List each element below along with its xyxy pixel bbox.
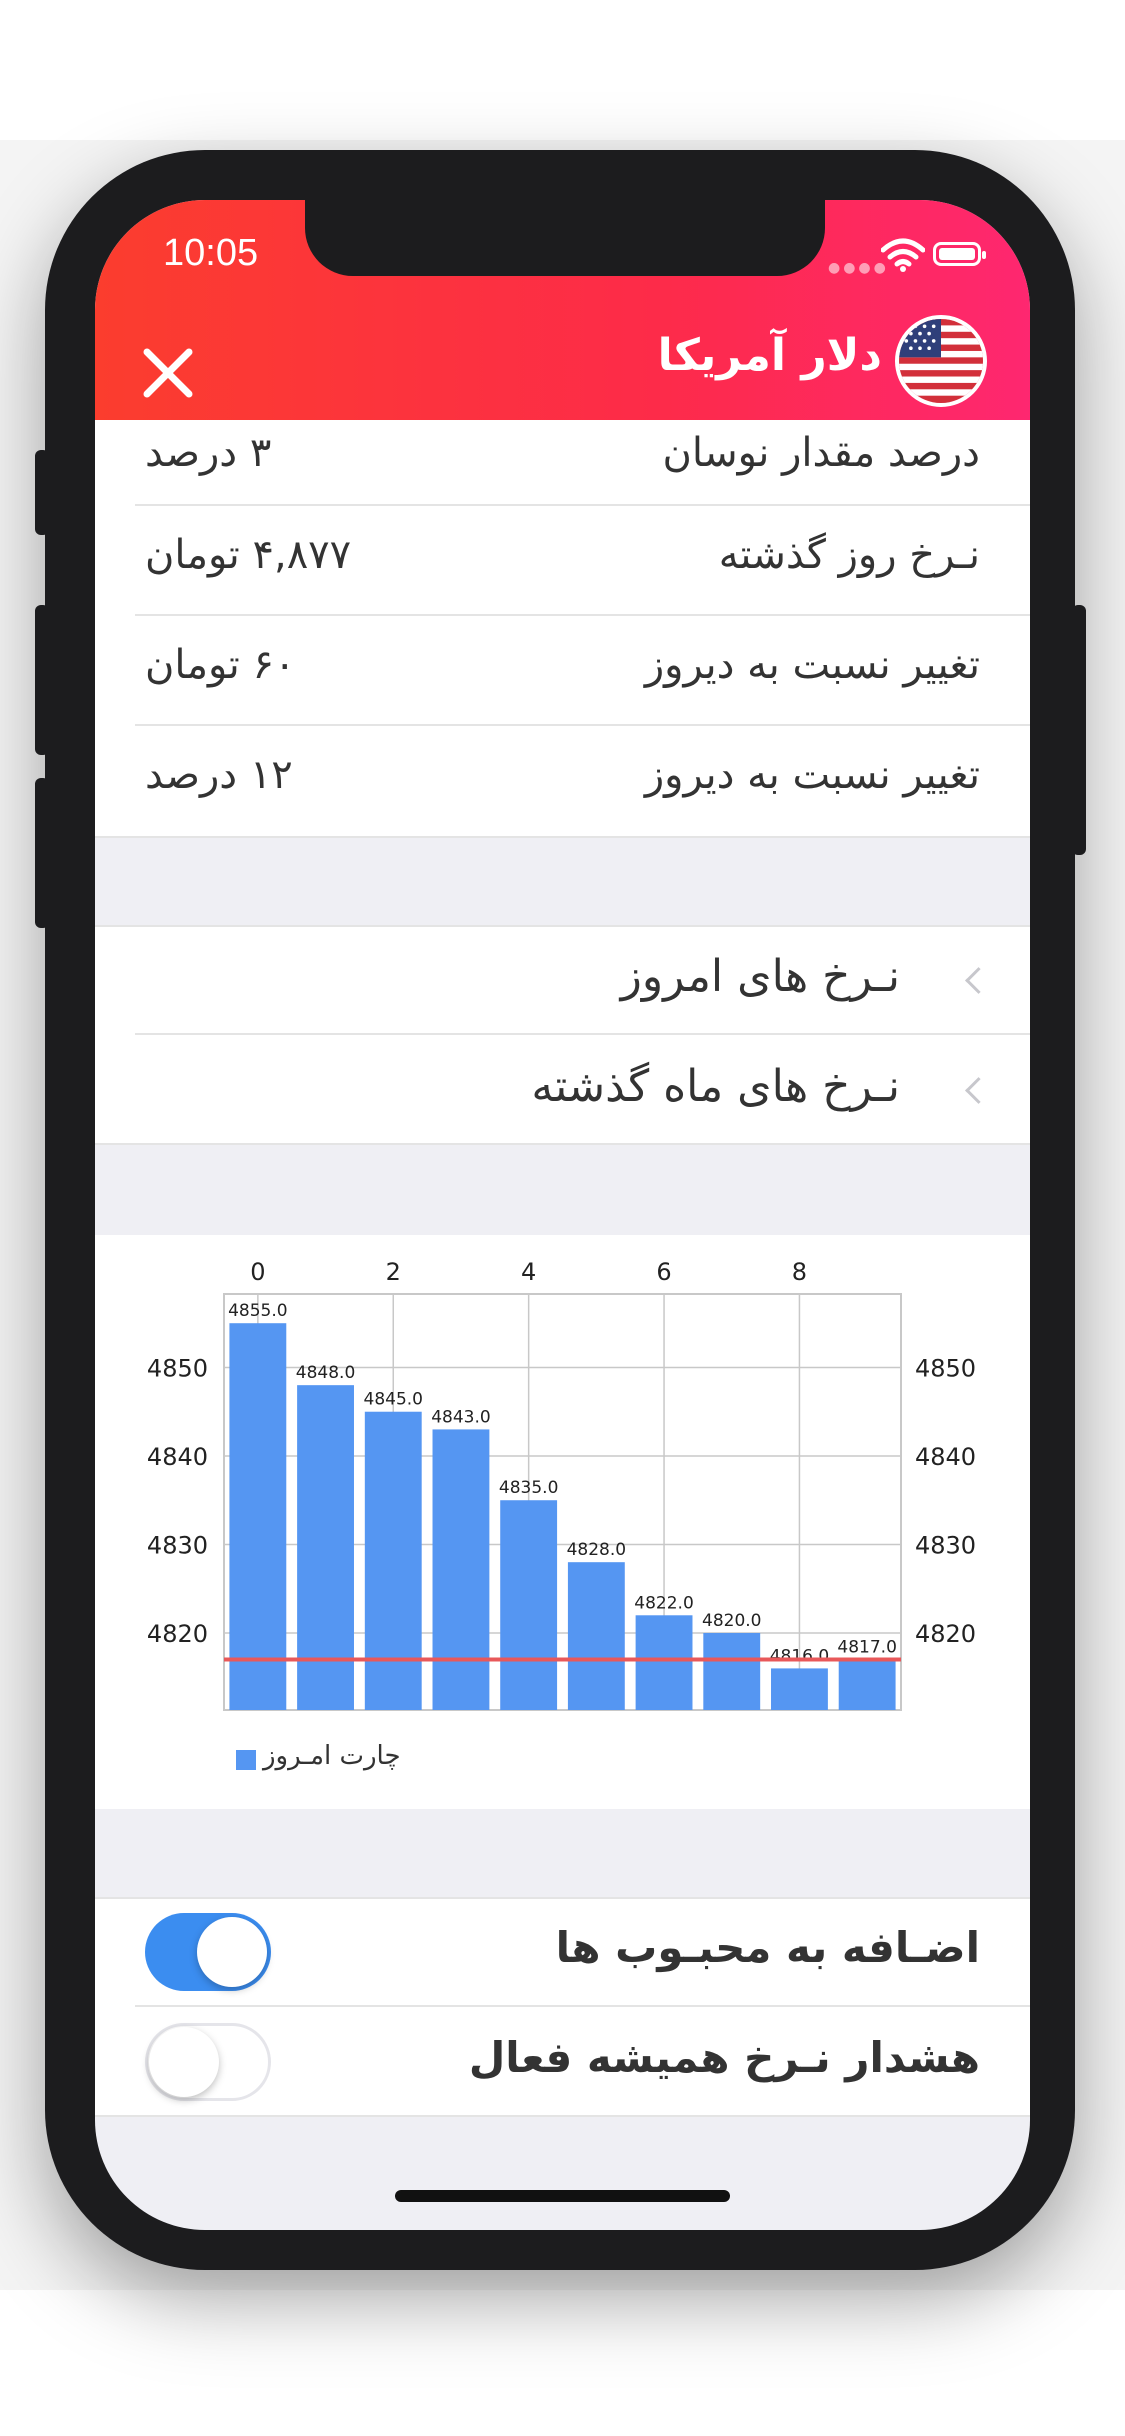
device-notch [305, 200, 825, 276]
bar-value-label: 4848.0 [296, 1363, 355, 1383]
x-tick-label: 4 [521, 1258, 536, 1286]
chart-bar [500, 1500, 558, 1710]
y-tick-label-left: 4850 [147, 1354, 208, 1382]
x-tick-label: 6 [656, 1258, 671, 1286]
section-divider [95, 836, 1030, 838]
bar-value-label: 4816.0 [770, 1646, 829, 1666]
bar-value-label: 4828.0 [567, 1540, 626, 1560]
toggle-label: هشدار نـرخ همیشه فعال [468, 2033, 980, 2082]
chart-bar [229, 1323, 287, 1710]
bar-value-label: 4822.0 [634, 1593, 693, 1613]
info-row-value: ۱۲ درصد [145, 752, 293, 798]
toggle-knob [197, 1917, 267, 1987]
bar-value-label: 4845.0 [364, 1390, 423, 1410]
y-tick-label-right: 4850 [915, 1354, 976, 1382]
wifi-icon [881, 238, 925, 272]
info-row-label: نـرخ روز گذشته [718, 532, 980, 578]
rate-alert-toggle-row: هشدار نـرخ همیشه فعال [95, 2007, 1030, 2117]
chart-bar [364, 1411, 422, 1710]
home-indicator [395, 2190, 730, 2202]
info-row: تغییر نسبت به دیروز ۱۲ درصد [95, 726, 1030, 836]
legend-label: چارت امـروز [263, 1741, 401, 1771]
favorite-toggle[interactable] [145, 1913, 271, 1991]
chart-bar [703, 1632, 761, 1710]
bar-value-label: 4855.0 [228, 1301, 287, 1321]
info-row-value: ۴,۸۷۷ تومان [145, 532, 352, 578]
toggle-label: اضـافه به محبـوب ها [555, 1923, 980, 1972]
app-screen: 10:05 ●●●● دلار آمریکا درصد مقدار نوسان … [95, 200, 1030, 2230]
bar-chart: 4850 4850 4840 4840 4830 4830 4820 4820 0 2 4 6 8 485… [147, 1258, 976, 1711]
info-row: درصد مقدار نوسان ۳ درصد [95, 420, 1030, 506]
nav-row-last-month-rates[interactable]: نـرخ های ماه گذشته [95, 1035, 1030, 1145]
nav-header: 10:05 ●●●● دلار آمریکا [95, 200, 1030, 420]
power-button [1072, 605, 1086, 855]
cellular-signal-icon: ●●●● [828, 260, 889, 276]
y-tick-label-right: 4830 [915, 1531, 976, 1559]
info-row-label: درصد مقدار نوسان [662, 430, 980, 476]
settings-section: اضـافه به محبـوب ها هشدار نـرخ همیشه فعا… [95, 1897, 1030, 2117]
mute-switch [35, 450, 49, 535]
y-tick-label-left: 4840 [147, 1443, 208, 1471]
us-flag-icon [895, 315, 987, 407]
volume-down-button [35, 778, 49, 928]
page-background-bottom [0, 2290, 1125, 2436]
close-icon[interactable] [133, 338, 203, 408]
chart-bar [838, 1659, 896, 1710]
page-background-top [0, 0, 1125, 140]
info-row-label: تغییر نسبت به دیروز [644, 752, 980, 798]
chart-bar [771, 1668, 828, 1710]
legend-swatch [236, 1750, 256, 1770]
bar-value-label: 4843.0 [431, 1407, 490, 1427]
x-tick-label: 8 [792, 1258, 807, 1286]
section-divider [95, 2115, 1030, 2117]
x-tick-label: 0 [250, 1258, 265, 1286]
nav-row-label: نـرخ های ماه گذشته [531, 1061, 900, 1112]
y-tick-label-left: 4830 [147, 1531, 208, 1559]
battery-icon [933, 242, 986, 266]
bar-value-label: 4835.0 [499, 1478, 558, 1498]
status-time: 10:05 [163, 232, 259, 274]
nav-row-today-rates[interactable]: نـرخ های امروز [95, 925, 1030, 1035]
info-section: درصد مقدار نوسان ۳ درصد نـرخ روز گذشته ۴… [95, 420, 1030, 838]
rates-nav-section: نـرخ های امروز نـرخ های ماه گذشته [95, 925, 1030, 1145]
y-tick-label-right: 4820 [915, 1620, 976, 1648]
info-row-value: ۳ درصد [145, 430, 272, 476]
volume-up-button [35, 605, 49, 755]
info-row: نـرخ روز گذشته ۴,۸۷۷ تومان [95, 506, 1030, 616]
rate-alert-toggle[interactable] [145, 2023, 271, 2101]
chart-section: 4850 4850 4840 4840 4830 4830 4820 4820 0 2 4 6 8 485… [95, 1235, 1030, 1809]
bar-value-label: 4817.0 [837, 1638, 896, 1658]
bar-value-label: 4820.0 [702, 1611, 761, 1631]
section-divider [95, 1143, 1030, 1145]
chevron-left-icon [965, 967, 992, 994]
favorite-toggle-row: اضـافه به محبـوب ها [95, 1897, 1030, 2007]
page-title: دلار آمریکا [657, 330, 882, 381]
chart-bar [567, 1562, 625, 1710]
info-row-label: تغییر نسبت به دیروز [644, 642, 980, 688]
chart-bar [432, 1429, 490, 1710]
chart-bar [635, 1615, 693, 1710]
info-row-value: ۶۰ تومان [145, 642, 296, 688]
chevron-left-icon [965, 1077, 992, 1104]
nav-row-label: نـرخ های امروز [620, 951, 900, 1002]
y-tick-label-left: 4820 [147, 1620, 208, 1648]
info-row: تغییر نسبت به دیروز ۶۰ تومان [95, 616, 1030, 726]
y-tick-label-right: 4840 [915, 1443, 976, 1471]
x-tick-label: 2 [386, 1258, 401, 1286]
toggle-knob [149, 2027, 219, 2097]
